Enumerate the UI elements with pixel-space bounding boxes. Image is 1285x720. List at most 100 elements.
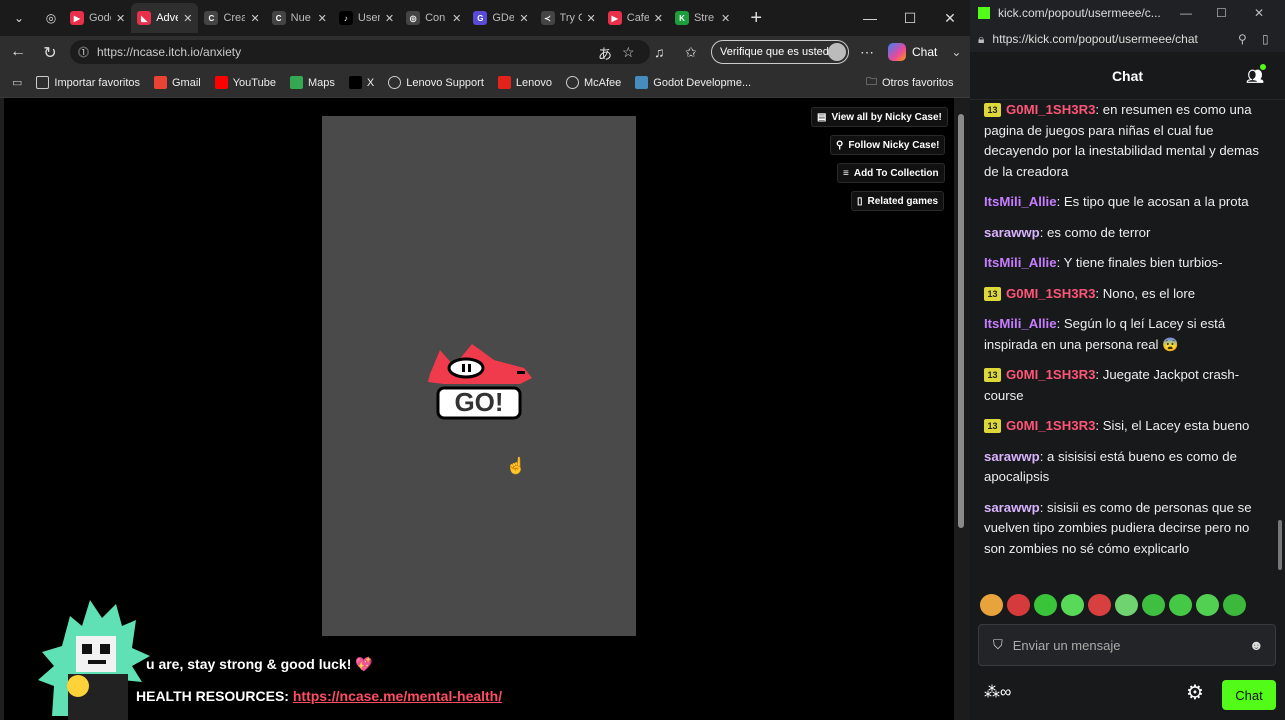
refresh-icon[interactable]: ↻: [34, 43, 66, 63]
bookmark-item[interactable]: Lenovo Support: [388, 76, 484, 89]
subscriber-badge: 13: [984, 419, 1001, 433]
browser-tab[interactable]: ◎ Con ✕: [400, 3, 467, 33]
back-arrow-icon[interactable]: ←: [2, 43, 34, 61]
emote-icon[interactable]: [1169, 594, 1192, 616]
chat-username[interactable]: ItsMili_Allie: [984, 255, 1057, 270]
go-button-logo[interactable]: GO!: [424, 338, 534, 428]
chat-username[interactable]: sarawwp: [984, 500, 1040, 515]
follow-button[interactable]: ⚲ Follow Nicky Case!: [830, 135, 946, 155]
tab-favicon-icon: ♪: [338, 11, 353, 25]
bookmark-item[interactable]: McAfee: [565, 76, 621, 89]
chat-scrollbar[interactable]: [1278, 100, 1284, 600]
minimize-button[interactable]: —: [1180, 6, 1192, 20]
chat-username[interactable]: G0MI_1SH3R3: [1006, 286, 1095, 301]
popout-address-bar: 🔒︎ https://kick.com/popout/usermeee/chat…: [970, 26, 1285, 52]
chat-username[interactable]: G0MI_1SH3R3: [1006, 418, 1095, 433]
chat-username[interactable]: G0MI_1SH3R3: [1006, 102, 1095, 117]
address-bar[interactable]: ⓵ https://ncase.itch.io/anxiety: [70, 40, 650, 64]
game-canvas[interactable]: GO! ☝: [322, 116, 636, 636]
view-all-button[interactable]: ▤ View all by Nicky Case!: [811, 107, 948, 127]
workspace-globe-icon[interactable]: ◎: [38, 4, 64, 32]
chat-messages: 13 G0MI_1SH3R3: en resumen es como una pa…: [984, 100, 1266, 569]
bookmark-item[interactable]: Gmail: [154, 76, 201, 89]
users-icon[interactable]: 👥︎: [1246, 68, 1264, 85]
scrollbar-thumb[interactable]: [958, 114, 964, 528]
tab-close-icon[interactable]: ✕: [587, 12, 596, 25]
bookmark-item[interactable]: Lenovo: [497, 76, 552, 89]
kick-points-icon[interactable]: ⁂∞: [984, 682, 1011, 702]
page-scrollbar[interactable]: [954, 98, 970, 720]
chat-username[interactable]: G0MI_1SH3R3: [1006, 367, 1095, 382]
bookmark-item[interactable]: X: [348, 76, 374, 89]
browser-tab[interactable]: C Nue ✕: [266, 3, 333, 33]
send-chat-button[interactable]: Chat: [1222, 680, 1276, 710]
related-games-button[interactable]: ▯ Related games: [851, 191, 945, 211]
bookmark-item[interactable]: Importar favoritos: [36, 76, 140, 89]
maximize-button[interactable]: ☐: [1216, 6, 1227, 20]
browser-tab[interactable]: ◣ Adve ✕: [131, 3, 199, 33]
copilot-chat-button[interactable]: Chat ⌄: [888, 40, 961, 64]
tab-close-icon[interactable]: ✕: [452, 12, 461, 25]
tab-close-icon[interactable]: ✕: [654, 12, 663, 25]
browser-tab[interactable]: G GDe ✕: [467, 3, 534, 33]
tab-close-icon[interactable]: ✕: [385, 12, 394, 25]
chat-username[interactable]: sarawwp: [984, 449, 1040, 464]
browser-tab[interactable]: K Stre ✕: [669, 3, 736, 33]
chat-message: 13 G0MI_1SH3R3: en resumen es como una pa…: [984, 100, 1266, 182]
browser-tab[interactable]: ♪ User ✕: [333, 3, 400, 33]
emote-icon[interactable]: [980, 594, 1003, 616]
emote-icon[interactable]: [1034, 594, 1057, 616]
collections-icon[interactable]: ▭: [12, 76, 22, 89]
zoom-icon[interactable]: ⚲: [1238, 32, 1247, 46]
maximize-button[interactable]: ☐: [890, 0, 930, 36]
media-control-icon[interactable]: ♫: [654, 44, 665, 60]
chat-colon: :: [1056, 255, 1064, 270]
site-info-icon[interactable]: ⓵: [78, 44, 89, 60]
profile-avatar: [828, 43, 846, 61]
close-window-button[interactable]: ✕: [1254, 6, 1264, 20]
emoji-icon[interactable]: ☻: [1249, 637, 1264, 653]
app-icon[interactable]: ▯: [1262, 32, 1269, 46]
bookmark-item[interactable]: YouTube: [214, 76, 276, 89]
emote-icon[interactable]: [1007, 594, 1030, 616]
emote-icon[interactable]: [1115, 594, 1138, 616]
tab-close-icon[interactable]: ✕: [183, 12, 192, 25]
favorites-list-icon[interactable]: ✩: [685, 44, 697, 61]
other-favorites-folder[interactable]: 🗀 Otros favoritos: [866, 73, 954, 92]
emote-icon[interactable]: [1142, 594, 1165, 616]
chat-input[interactable]: ⛉ Enviar un mensaje ☻: [978, 624, 1276, 666]
chevron-down-icon[interactable]: ⌄: [951, 45, 961, 59]
browser-tab[interactable]: C Crea ✕: [198, 3, 265, 33]
mental-health-link[interactable]: https://ncase.me/mental-health/: [293, 688, 502, 704]
tab-close-icon[interactable]: ✕: [318, 12, 327, 25]
add-collection-button[interactable]: ≡ Add To Collection: [837, 163, 945, 183]
emote-icon[interactable]: [1088, 594, 1111, 616]
tab-close-icon[interactable]: ✕: [250, 12, 259, 25]
tab-close-icon[interactable]: ✕: [116, 12, 125, 25]
translate-icon[interactable]: あ: [598, 44, 612, 64]
browser-tab[interactable]: ▶ Godo ✕: [64, 3, 131, 33]
shield-icon[interactable]: ⛉: [993, 637, 1003, 653]
emote-icon[interactable]: [1196, 594, 1219, 616]
tab-favicon-icon: ≺: [540, 11, 555, 25]
favorite-star-icon[interactable]: ☆: [622, 44, 635, 61]
emote-icon[interactable]: [1061, 594, 1084, 616]
settings-gear-icon[interactable]: ⚙: [1186, 680, 1204, 705]
more-options-icon[interactable]: ⋯: [860, 44, 874, 61]
chat-username[interactable]: ItsMili_Allie: [984, 316, 1057, 331]
profile-verify-button[interactable]: Verifique que es usted: [711, 40, 849, 64]
emote-icon[interactable]: [1223, 594, 1246, 616]
chat-username[interactable]: ItsMili_Allie: [984, 194, 1057, 209]
bookmark-item[interactable]: Maps: [289, 76, 335, 89]
tab-close-icon[interactable]: ✕: [721, 12, 730, 25]
tab-actions-chevron-icon[interactable]: ⌄: [4, 4, 34, 32]
browser-tab[interactable]: ▶ Cafe ✕: [602, 3, 669, 33]
tab-close-icon[interactable]: ✕: [519, 12, 528, 25]
new-tab-button[interactable]: +: [742, 7, 770, 30]
chat-username[interactable]: sarawwp: [984, 225, 1040, 240]
browser-tab[interactable]: ≺ Try C ✕: [535, 3, 602, 33]
bookmark-item[interactable]: Godot Developme...: [635, 76, 751, 89]
close-window-button[interactable]: ✕: [930, 0, 970, 36]
minimize-button[interactable]: —: [850, 0, 890, 36]
chat-scrollbar-thumb[interactable]: [1278, 520, 1282, 570]
